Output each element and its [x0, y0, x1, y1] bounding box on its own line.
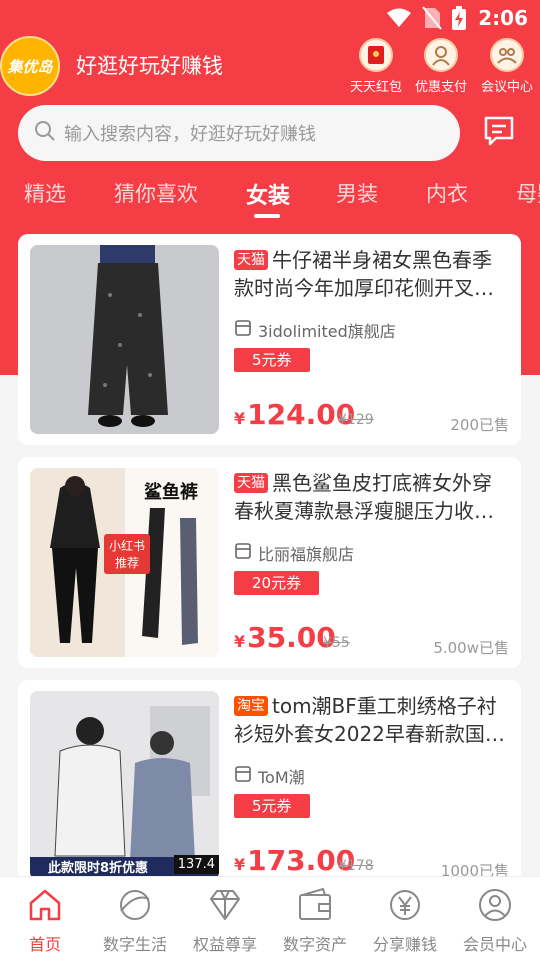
sold-count: 200已售	[450, 416, 509, 434]
nav-share-earn[interactable]: 分享赚钱	[360, 885, 450, 955]
image-badge: 小红书 推荐	[104, 534, 150, 574]
chat-icon	[482, 114, 516, 152]
product-title[interactable]: 天猫 牛仔裙半身裙女黑色春季款时尚今年加厚印花侧开叉…	[234, 246, 510, 302]
image-caption: 鲨鱼裤	[144, 482, 198, 503]
nav-digital-assets[interactable]: 数字资产	[270, 885, 360, 955]
planet-icon	[115, 885, 155, 925]
nav-label: 数字资产	[282, 935, 347, 954]
nav-label: 数字生活	[102, 935, 167, 954]
shop-name-text: 3idolimited旗舰店	[258, 322, 396, 341]
price-currency: ¥	[234, 632, 246, 651]
product-title-text: 黑色鲨鱼皮打底裤女外穿春秋夏薄款悬浮瘦腿压力收…	[234, 471, 494, 523]
status-bar: 2:06	[0, 0, 540, 36]
original-price: ¥55	[323, 635, 350, 651]
store-icon	[234, 765, 252, 787]
search-icon	[34, 120, 56, 146]
product-card[interactable]: 天猫 牛仔裙半身裙女黑色春季款时尚今年加厚印花侧开叉… 3idolimited旗舰…	[18, 234, 521, 445]
image-badge-text: 小红书	[108, 539, 145, 553]
image-badge-sub: 推荐	[114, 556, 139, 570]
product-card[interactable]: 此款限时8折优惠 137.4 淘宝 tom潮BF重工刺绣格子衬衫短外套女2022早…	[18, 680, 521, 891]
nav-home[interactable]: 首页	[0, 885, 90, 955]
avatar-icon	[424, 38, 458, 72]
app-logo[interactable]: 集优岛	[0, 36, 60, 96]
product-title[interactable]: 天猫 黑色鲨鱼皮打底裤女外穿春秋夏薄款悬浮瘦腿压力收…	[234, 469, 510, 525]
tab-mens[interactable]: 男装	[336, 178, 378, 208]
active-tab-indicator	[254, 214, 280, 218]
original-price: ¥178	[338, 858, 374, 874]
search-bar[interactable]: 输入搜索内容，好逛好玩好赚钱	[18, 105, 460, 161]
tab-guess-you-like[interactable]: 猜你喜欢	[114, 178, 198, 208]
app-slogan: 好逛好玩好赚钱	[76, 54, 223, 78]
user-icon	[475, 885, 515, 925]
home-icon	[25, 885, 65, 925]
platform-badge: 天猫	[234, 250, 268, 270]
no-sim-icon	[422, 6, 442, 34]
product-image: 此款限时8折优惠 137.4	[30, 691, 219, 880]
quick-link-discount-pay[interactable]: 优惠支付	[410, 38, 472, 95]
battery-charging-icon	[452, 6, 466, 34]
shop-name[interactable]: ToM潮	[234, 764, 305, 788]
bottom-navigation: 首页 数字生活 权益尊享 数字资产 分享赚钱 会员中心	[0, 876, 540, 960]
coupon-badge[interactable]: 5元券	[234, 794, 310, 818]
product-image	[30, 245, 219, 434]
image-price-tag: 137.4	[173, 855, 219, 874]
product-title[interactable]: 淘宝 tom潮BF重工刺绣格子衬衫短外套女2022早春新款国…	[234, 692, 510, 748]
original-price: ¥129	[338, 412, 374, 428]
nav-label: 首页	[28, 935, 61, 954]
wifi-icon	[386, 7, 412, 33]
wallet-icon	[295, 885, 335, 925]
coupon-badge[interactable]: 20元券	[234, 571, 320, 595]
price-currency: ¥	[234, 855, 246, 874]
nav-digital-life[interactable]: 数字生活	[90, 885, 180, 955]
quick-link-meeting-center[interactable]: 会议中心	[476, 38, 538, 95]
status-time: 2:06	[478, 6, 528, 30]
product-title-text: tom潮BF重工刺绣格子衬衫短外套女2022早春新款国…	[234, 694, 505, 746]
platform-badge: 淘宝	[234, 696, 268, 716]
product-image: 鲨鱼裤 小红书 推荐	[30, 468, 219, 657]
tab-maternity[interactable]: 母婴	[516, 178, 540, 208]
tab-featured[interactable]: 精选	[24, 178, 66, 208]
quick-link-label: 会议中心	[480, 80, 533, 95]
price-currency: ¥	[234, 409, 246, 428]
category-tabs: 精选 猜你喜欢 女装 男装 内衣 母婴	[0, 172, 540, 222]
nav-label: 权益尊享	[192, 935, 257, 954]
tab-underwear[interactable]: 内衣	[426, 178, 468, 208]
nav-label: 会员中心	[462, 935, 527, 954]
nav-privileges[interactable]: 权益尊享	[180, 885, 270, 955]
shop-name-text: ToM潮	[258, 768, 305, 787]
nav-label: 分享赚钱	[372, 935, 437, 954]
diamond-icon	[205, 885, 245, 925]
yen-coin-icon	[385, 885, 425, 925]
meeting-icon	[490, 38, 524, 72]
search-input[interactable]: 输入搜索内容，好逛好玩好赚钱	[64, 120, 316, 146]
product-title-text: 牛仔裙半身裙女黑色春季款时尚今年加厚印花侧开叉…	[234, 248, 494, 300]
shop-name[interactable]: 3idolimited旗舰店	[234, 318, 396, 342]
message-button[interactable]	[480, 114, 518, 152]
sold-count: 5.00w已售	[433, 639, 509, 657]
platform-badge: 天猫	[234, 473, 268, 493]
nav-member-center[interactable]: 会员中心	[450, 885, 540, 955]
product-card[interactable]: 鲨鱼裤 小红书 推荐 天猫 黑色鲨鱼皮打底裤女外穿春秋夏薄款悬浮瘦腿压力收… 比丽…	[18, 457, 521, 668]
quick-link-label: 天天红包	[349, 80, 402, 95]
shop-name[interactable]: 比丽福旗舰店	[234, 541, 354, 565]
product-price: ¥35.00	[234, 621, 336, 654]
store-icon	[234, 319, 252, 341]
red-envelope-icon	[359, 38, 393, 72]
quick-link-red-envelope[interactable]: 天天红包	[345, 38, 407, 95]
store-icon	[234, 542, 252, 564]
tab-womens[interactable]: 女装	[246, 178, 290, 210]
coupon-badge[interactable]: 5元券	[234, 348, 310, 372]
shop-name-text: 比丽福旗舰店	[258, 545, 355, 564]
quick-link-label: 优惠支付	[414, 80, 467, 95]
